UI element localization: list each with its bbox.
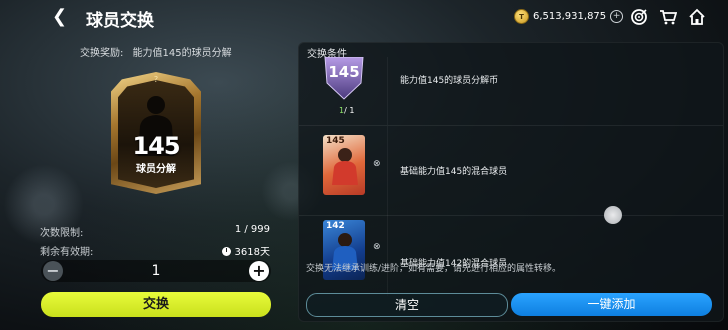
- chemistry-link-icon: ⊗: [373, 159, 381, 169]
- coin-icon: T: [514, 9, 529, 24]
- condition-label: 能力值145的球员分解币: [400, 76, 499, 86]
- exchange-note: 交换无法继承训练/进阶，如有需要，请先进行相应的属性转移。: [306, 264, 562, 274]
- clear-button[interactable]: 清空: [306, 293, 508, 317]
- home-icon[interactable]: [688, 8, 706, 26]
- condition-count: 1/ 1: [339, 106, 355, 115]
- top-bar: ❮ 球员交换 T 6,513,931,875 +: [0, 0, 728, 34]
- limit-label: 次数限制:: [40, 228, 84, 239]
- chemistry-link-icon: ⊗: [373, 242, 381, 252]
- reward-title: 交换奖励:: [80, 48, 124, 59]
- currency-display: T 6,513,931,875 +: [514, 9, 624, 24]
- expiry-value: 3618天: [234, 247, 270, 258]
- expiry-label: 剩余有效期:: [40, 247, 94, 258]
- condition-row[interactable]: 145 1/ 1 能力值145的球员分解币: [299, 57, 723, 125]
- quantity-stepper: − 1 +: [41, 260, 271, 282]
- currency-amount: 6,513,931,875: [533, 11, 607, 22]
- exchange-button[interactable]: 交换: [41, 292, 271, 317]
- limit-value: 1 / 999: [234, 224, 270, 235]
- limit-row: 次数限制: 1 / 999: [40, 224, 270, 239]
- pack-question-icon: ?: [153, 75, 159, 84]
- pack-name: 球员分解: [136, 164, 176, 175]
- condition-row[interactable]: 142 ⊗ 基础能力值142的混合球员: [299, 215, 723, 296]
- reward-pack-card[interactable]: ? 145 球员分解: [111, 72, 201, 194]
- player-card: 145: [323, 135, 365, 195]
- token-value: 145: [328, 63, 360, 81]
- page-title: 球员交换: [86, 11, 154, 31]
- back-button[interactable]: ❮: [52, 7, 70, 27]
- expiry-row: 剩余有效期: 3618天: [40, 243, 270, 258]
- target-icon[interactable]: [630, 8, 648, 26]
- condition-thumb: 145 1/ 1: [299, 57, 388, 125]
- condition-row[interactable]: 145 ⊗ 基础能力值145的混合球员: [299, 125, 723, 216]
- reward-label: 交换奖励: 能力值145的球员分解: [80, 44, 232, 59]
- condition-thumb: 142 ⊗: [299, 216, 388, 296]
- clock-icon: [221, 247, 231, 256]
- pack-value: 145: [132, 132, 180, 160]
- player-portrait-icon: [332, 148, 358, 185]
- increase-button[interactable]: +: [249, 261, 269, 281]
- touch-cursor-icon: [604, 206, 622, 224]
- quantity-value[interactable]: 1: [41, 263, 271, 279]
- reward-name: 能力值145的球员分解: [132, 48, 232, 59]
- expiry-value-wrap: 3618天: [221, 243, 270, 258]
- conditions-panel: 交换条件 145 1/ 1 能力值145的球员分解币 145 ⊗ 基础能力值14…: [298, 42, 724, 322]
- add-currency-icon[interactable]: +: [610, 10, 624, 23]
- auto-add-button[interactable]: 一键添加: [511, 293, 712, 316]
- condition-label: 基础能力值145的混合球员: [400, 167, 508, 177]
- condition-thumb: 145 ⊗: [299, 126, 388, 216]
- shop-cart-icon[interactable]: [659, 8, 678, 26]
